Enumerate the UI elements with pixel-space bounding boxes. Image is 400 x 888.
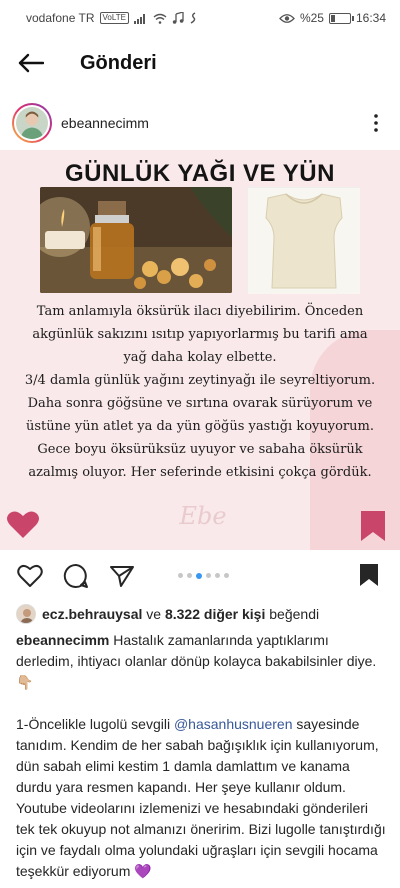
caption-text-2-prefix: 1-Öncelikle lugolü sevgili: [16, 716, 174, 732]
carousel-dot: [215, 573, 220, 578]
heart-icon: [17, 565, 43, 587]
status-left: vodafone TR VoLTE: [26, 11, 197, 25]
essential-oil-photo: [40, 187, 232, 293]
likes-connector: ve: [142, 606, 165, 622]
avatar-image: [14, 105, 50, 141]
post-image[interactable]: GÜNLÜK YAĞI VE YÜN Tam anlamıyla öksürük…: [0, 150, 400, 550]
bookmark-icon: [360, 564, 378, 586]
comment-button[interactable]: [62, 562, 90, 590]
carousel-dot: [187, 573, 192, 578]
signal-icon: [133, 13, 145, 24]
decorative-bookmark-icon: [361, 511, 385, 541]
liker-username[interactable]: ecz.behrauysal: [42, 606, 142, 622]
post-caption: ebeannecimm Hastalık zamanlarında yaptık…: [16, 630, 386, 882]
image-paragraph-2: 3/4 damla günlük yağını zeytinyağı ile s…: [24, 373, 376, 388]
likes-suffix: beğendi: [265, 606, 319, 622]
carrier-name: vodafone TR: [26, 11, 95, 25]
back-arrow-icon: [18, 53, 44, 73]
image-body-text: Tam anlamıyla öksürük ilacı diyebilirim.…: [22, 300, 378, 484]
avatar-portrait-icon: [16, 107, 48, 139]
carousel-indicator: [178, 572, 229, 579]
more-vertical-icon: [374, 114, 378, 132]
notification-icon: [190, 12, 196, 24]
image-paragraph-1: Tam anlamıyla öksürük ilacı diyebilirim.…: [32, 304, 368, 365]
likes-row: ecz.behrauysal ve 8.322 diğer kişi beğen…: [16, 603, 386, 625]
status-right: %25 16:34: [279, 11, 386, 25]
liker-portrait-icon: [17, 605, 35, 623]
liker-avatar[interactable]: [16, 604, 36, 624]
battery-icon: [328, 12, 354, 24]
caption-first-paragraph: ebeannecimm Hastalık zamanlarında yaptık…: [16, 630, 386, 693]
caption-second-paragraph: 1-Öncelikle lugolü sevgili @hasanhusnuer…: [16, 714, 386, 882]
wool-undershirt-photo: [247, 187, 360, 294]
carousel-dot: [206, 573, 211, 578]
carousel-dot: [224, 573, 229, 578]
post-header: ebeannecimm: [0, 98, 400, 148]
clock: 16:34: [355, 11, 386, 25]
back-button[interactable]: [0, 36, 62, 90]
eye-icon: [279, 13, 295, 23]
undershirt-illustration: [248, 188, 360, 294]
likes-connector-text: ve: [146, 606, 162, 622]
volte-badge: VoLTE: [99, 12, 129, 24]
share-icon: [110, 566, 134, 587]
more-options-button[interactable]: [366, 108, 386, 138]
likes-count[interactable]: 8.322 diğer kişi: [165, 606, 265, 622]
app-header: Gönderi: [0, 36, 400, 90]
wifi-icon: [153, 13, 167, 24]
status-bar: vodafone TR VoLTE %25 16:34: [0, 0, 400, 36]
battery-fill: [330, 14, 336, 22]
author-username[interactable]: ebeannecimm: [61, 115, 366, 131]
save-button[interactable]: [356, 561, 382, 589]
comment-icon: [63, 563, 88, 588]
caption-mention-link[interactable]: @hasanhusnueren: [174, 716, 293, 732]
oil-bottle-illustration: [40, 187, 232, 293]
image-paragraph-3: Daha sonra göğsüne ve sırtına ovarak sür…: [26, 396, 374, 480]
image-heading: GÜNLÜK YAĞI VE YÜN: [65, 160, 335, 187]
page-title: Gönderi: [80, 51, 157, 74]
watermark-logo: Ebe: [179, 502, 227, 530]
likes-suffix-text: beğendi: [269, 606, 320, 622]
decorative-heart-icon: [7, 511, 39, 538]
battery-percent: %25: [299, 11, 324, 25]
music-icon: [172, 12, 184, 24]
caption-username[interactable]: ebeannecimm: [16, 632, 109, 648]
author-avatar[interactable]: [12, 103, 52, 143]
carousel-dot: [178, 573, 183, 578]
carousel-dot-active: [196, 572, 202, 579]
like-button[interactable]: [16, 562, 44, 590]
share-button[interactable]: [108, 562, 136, 590]
caption-text-2-rest: sayesinde tanıdım. Kendim de her sabah b…: [16, 716, 386, 879]
